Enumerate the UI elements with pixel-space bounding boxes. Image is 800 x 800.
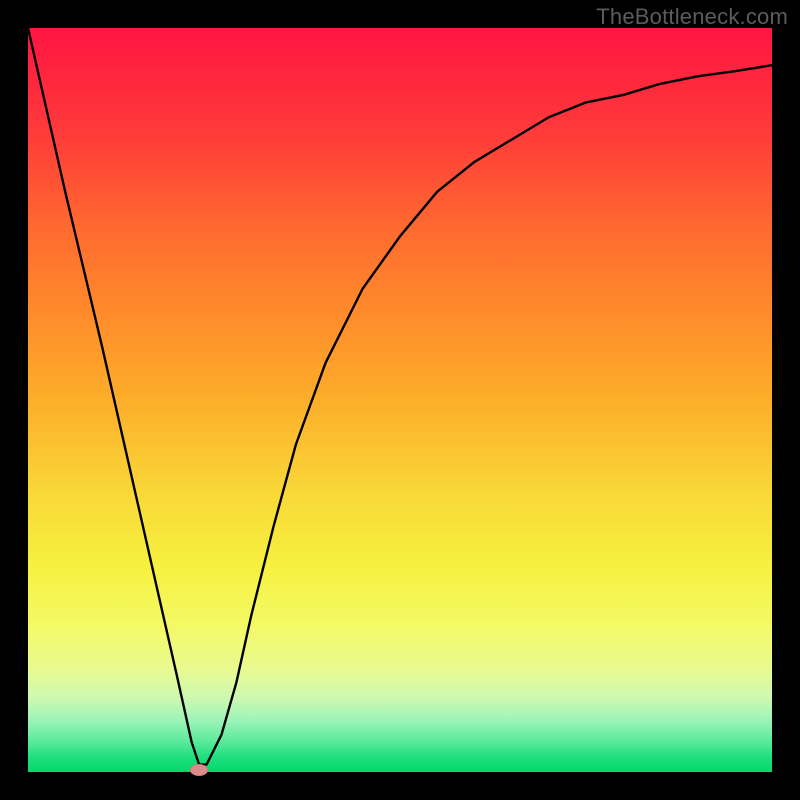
chart-frame: TheBottleneck.com xyxy=(0,0,800,800)
plot-area xyxy=(28,28,772,772)
indicator-dot xyxy=(190,764,208,776)
bottleneck-curve xyxy=(28,28,772,772)
watermark-text: TheBottleneck.com xyxy=(596,4,788,30)
